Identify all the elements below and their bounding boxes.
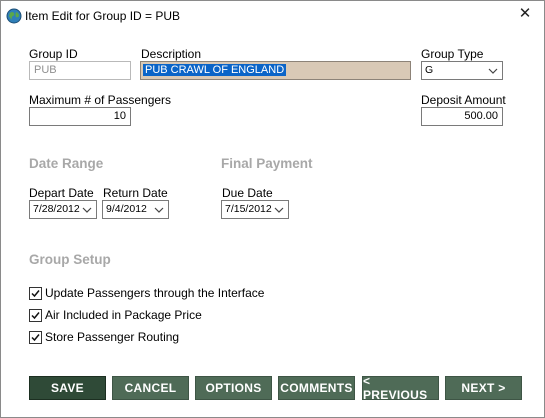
- group-id-value: PUB: [34, 64, 57, 76]
- save-button-label: SAVE: [51, 381, 84, 395]
- group-setup-heading: Group Setup: [29, 252, 111, 267]
- deposit-amount-field[interactable]: 500.00: [421, 107, 503, 126]
- globe-icon: [6, 8, 22, 24]
- chevron-down-icon: [488, 68, 498, 74]
- due-date-value: 7/15/2012: [225, 203, 272, 215]
- due-date-picker[interactable]: 7/15/2012: [221, 200, 289, 219]
- return-date-label: Return Date: [103, 186, 168, 200]
- description-label: Description: [141, 47, 202, 61]
- close-button[interactable]: ✕: [508, 1, 542, 29]
- options-button-label: OPTIONS: [205, 381, 262, 395]
- save-button[interactable]: SAVE: [29, 376, 106, 400]
- chevron-down-icon: [154, 207, 164, 213]
- deposit-amount-value: 500.00: [464, 110, 498, 122]
- update-passengers-checkbox[interactable]: [29, 286, 42, 300]
- deposit-amount-label: Deposit Amount: [421, 93, 506, 107]
- next-button-label: NEXT >: [461, 381, 506, 395]
- group-id-label: Group ID: [29, 47, 78, 61]
- chevron-down-icon: [82, 207, 92, 213]
- final-payment-heading: Final Payment: [221, 156, 313, 171]
- return-date-picker[interactable]: 9/4/2012: [102, 200, 169, 219]
- depart-date-value: 7/28/2012: [33, 203, 80, 215]
- return-date-value: 9/4/2012: [106, 203, 147, 215]
- comments-button-label: COMMENTS: [280, 381, 353, 395]
- max-passengers-label: Maximum # of Passengers: [29, 93, 172, 107]
- group-type-label: Group Type: [421, 47, 484, 61]
- max-passengers-value: 10: [113, 110, 126, 122]
- store-routing-label: Store Passenger Routing: [45, 330, 180, 344]
- checkmark-icon: [31, 289, 40, 297]
- due-date-label: Due Date: [222, 186, 273, 200]
- max-passengers-field[interactable]: 10: [29, 107, 131, 126]
- depart-date-label: Depart Date: [29, 186, 94, 200]
- update-passengers-label: Update Passengers through the Interface: [45, 286, 265, 300]
- depart-date-picker[interactable]: 7/28/2012: [29, 200, 97, 219]
- update-passengers-option[interactable]: Update Passengers through the Interface: [29, 285, 264, 301]
- cancel-button[interactable]: CANCEL: [112, 376, 189, 400]
- group-type-value: G: [425, 64, 434, 76]
- date-range-heading: Date Range: [29, 156, 104, 171]
- chevron-down-icon: [274, 207, 284, 213]
- cancel-button-label: CANCEL: [124, 381, 177, 395]
- store-routing-option[interactable]: Store Passenger Routing: [29, 329, 179, 345]
- title-bar: Item Edit for Group ID = PUB ✕: [1, 1, 544, 31]
- window-title: Item Edit for Group ID = PUB: [25, 9, 181, 23]
- item-edit-window: Item Edit for Group ID = PUB ✕ Group ID …: [0, 0, 545, 418]
- previous-button[interactable]: < PREVIOUS: [362, 374, 439, 402]
- next-button[interactable]: NEXT >: [445, 376, 522, 400]
- group-type-select[interactable]: G: [421, 61, 503, 80]
- close-icon: ✕: [518, 5, 532, 22]
- checkmark-icon: [31, 333, 40, 341]
- previous-button-label: < PREVIOUS: [363, 374, 428, 402]
- options-button[interactable]: OPTIONS: [195, 376, 272, 400]
- store-routing-checkbox[interactable]: [29, 330, 42, 344]
- checkmark-icon: [31, 311, 40, 319]
- air-included-label: Air Included in Package Price: [45, 308, 202, 322]
- description-field[interactable]: PUB CRAWL OF ENGLAND: [140, 61, 411, 80]
- group-id-field: PUB: [29, 61, 131, 80]
- comments-button[interactable]: COMMENTS: [278, 376, 355, 400]
- description-value: PUB CRAWL OF ENGLAND: [143, 64, 287, 76]
- air-included-option[interactable]: Air Included in Package Price: [29, 307, 202, 323]
- air-included-checkbox[interactable]: [29, 308, 42, 322]
